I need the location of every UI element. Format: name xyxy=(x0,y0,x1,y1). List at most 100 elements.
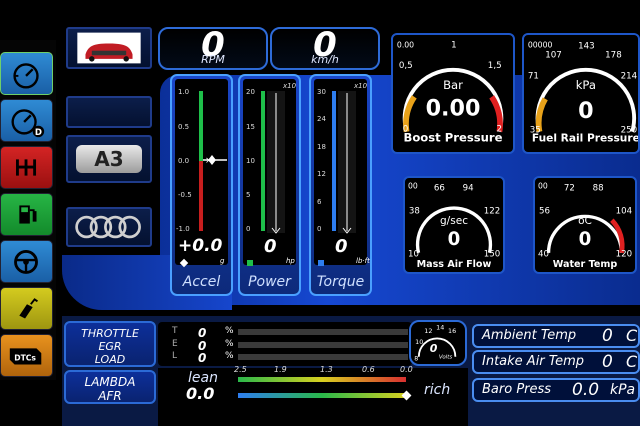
maf-value: 0 xyxy=(448,229,461,250)
volts-gauge: 8 10 12 14 16 0 Volts xyxy=(409,320,467,366)
boost-value: 0.00 xyxy=(426,95,481,121)
lambda-label: LAMBDA xyxy=(84,375,136,389)
accel-tick: 0.0 xyxy=(178,157,189,165)
boost-title: Boost Pressure xyxy=(404,130,503,144)
tel-unit: % xyxy=(225,351,234,361)
tel-row: L 0 % xyxy=(172,351,412,365)
volts-unit: Volts xyxy=(439,355,452,361)
driving-button[interactable] xyxy=(0,240,53,283)
dtcs-engine-icon: DTCs xyxy=(9,348,42,365)
fuel-rail-value: 0 xyxy=(578,98,593,124)
torque-tick: 6 xyxy=(317,198,322,206)
svg-text:D: D xyxy=(35,128,42,138)
maf-tick: 38 xyxy=(409,206,420,216)
gauge-view-button[interactable] xyxy=(0,52,53,95)
maf-unit: g/sec xyxy=(440,215,468,227)
speedometer-d-icon: D xyxy=(11,109,45,138)
tel-value: 0 xyxy=(198,351,207,365)
power-value: 0 xyxy=(264,236,277,257)
steering-wheel-icon xyxy=(14,250,38,274)
maf-tick: 94 xyxy=(463,183,474,193)
tel-value: 0 xyxy=(198,326,207,340)
lambda-bar-bottom xyxy=(238,393,406,398)
torque-unit: lb·ft xyxy=(356,257,370,265)
intake-air-temp-value: 0 xyxy=(602,352,613,372)
model-badge-thumbnail[interactable]: A3 xyxy=(66,135,152,183)
maf-title: Mass Air Flow xyxy=(417,259,492,270)
refuel-button[interactable] xyxy=(0,287,53,330)
tel-unit: % xyxy=(225,326,234,336)
lambda-bar-top xyxy=(238,377,406,382)
accel-tick: -1.0 xyxy=(176,225,190,233)
accel-tick: 1.0 xyxy=(178,88,189,96)
tel-row: E 0 % xyxy=(172,339,412,353)
fuel-button[interactable] xyxy=(0,193,53,236)
water-tick: 104 xyxy=(616,206,632,216)
accel-value: +0.0 xyxy=(178,236,223,256)
power-tick: 10 xyxy=(246,157,255,165)
fuel-rail-tick: 71 xyxy=(528,72,539,82)
maf-gauge: 00 10 38 66 94 122 150 g/sec 0 Mass Air … xyxy=(403,176,505,274)
torque-tick: 0 xyxy=(317,225,321,233)
speed-readout: 0 km/h xyxy=(270,27,380,70)
volts-tick: 12 xyxy=(424,327,432,335)
torque-tick: 24 xyxy=(317,115,326,123)
lambda-scale-tick: 1.3 xyxy=(320,365,333,374)
afr-label: AFR xyxy=(98,389,122,403)
dynamic-view-button[interactable]: D xyxy=(0,99,53,142)
water-title: Water Temp xyxy=(553,259,618,270)
boost-tick: 1 xyxy=(451,41,457,51)
baro-press-value: 0.0 xyxy=(572,380,600,400)
throttle-label: THROTTLE xyxy=(81,327,139,340)
accel-ticks: 1.0 0.5 0.0 -0.5 -1.0 xyxy=(176,88,192,233)
power-label: Power xyxy=(248,274,291,290)
maf-tick: 66 xyxy=(434,183,445,193)
gearbox-button[interactable] xyxy=(0,146,53,189)
torque-panel: x10 30 24 18 12 6 0 0 lb·ft Torque xyxy=(309,74,372,296)
maf-tick: 122 xyxy=(484,206,500,216)
fuel-pump-icon xyxy=(19,205,37,224)
baro-press-label: Baro Press xyxy=(482,382,552,397)
intake-air-temp-label: Intake Air Temp xyxy=(482,354,585,369)
dtcs-button[interactable]: DTCs xyxy=(0,334,53,377)
water-tick: 88 xyxy=(593,183,604,193)
water-value: 0 xyxy=(579,229,592,250)
ambient-temp-label: Ambient Temp xyxy=(482,328,577,343)
power-tick: 15 xyxy=(246,123,255,131)
fuel-rail-tick: 143 xyxy=(578,42,595,52)
brand-logo-thumbnail[interactable] xyxy=(66,207,152,247)
power-panel: x10 20 15 10 5 0 0 hp Power xyxy=(238,74,301,296)
power-tick: 20 xyxy=(246,88,255,96)
load-label: LOAD xyxy=(94,353,126,366)
water-tick: 40 xyxy=(538,250,549,260)
volts-tick: 16 xyxy=(448,327,456,335)
tel-row: T 0 % xyxy=(172,326,412,340)
fuel-nozzle-icon xyxy=(19,298,38,319)
lambda-value: 0.0 xyxy=(186,384,215,403)
tel-unit: % xyxy=(225,339,234,349)
model-badge-text: A3 xyxy=(94,147,124,171)
fuel-rail-title: Fuel Rail Pressure xyxy=(532,131,638,144)
throttle-box[interactable]: THROTTLE EGR LOAD xyxy=(64,321,156,367)
torque-label: Torque xyxy=(316,274,365,290)
torque-value: 0 xyxy=(335,236,348,257)
speed-unit: km/h xyxy=(311,53,339,66)
baro-press-unit: kPa xyxy=(610,382,636,398)
blank-thumbnail[interactable] xyxy=(66,96,152,128)
torque-multiplier: x10 xyxy=(353,82,368,90)
lambda-scale-tick: 1.9 xyxy=(274,365,287,374)
accel-panel: 1.0 0.5 0.0 -0.5 -1.0 × +0.0 g Accel xyxy=(170,74,233,296)
power-unit: hp xyxy=(286,257,295,265)
model-badge: A3 xyxy=(76,145,142,173)
intake-air-temp-unit: C xyxy=(626,352,638,371)
torque-tick: 30 xyxy=(317,88,326,96)
rpm-readout: 0 RPM xyxy=(158,27,268,70)
tel-letter: T xyxy=(172,326,178,336)
water-tick: 72 xyxy=(564,183,575,193)
accel-tick: -0.5 xyxy=(178,191,192,199)
car-photo-thumbnail[interactable] xyxy=(66,27,152,69)
fuel-rail-min-label: 00000 xyxy=(528,41,553,50)
rpm-unit: RPM xyxy=(201,53,225,66)
lambda-box[interactable]: LAMBDA AFR xyxy=(64,370,156,404)
power-tick: 0 xyxy=(246,225,250,233)
